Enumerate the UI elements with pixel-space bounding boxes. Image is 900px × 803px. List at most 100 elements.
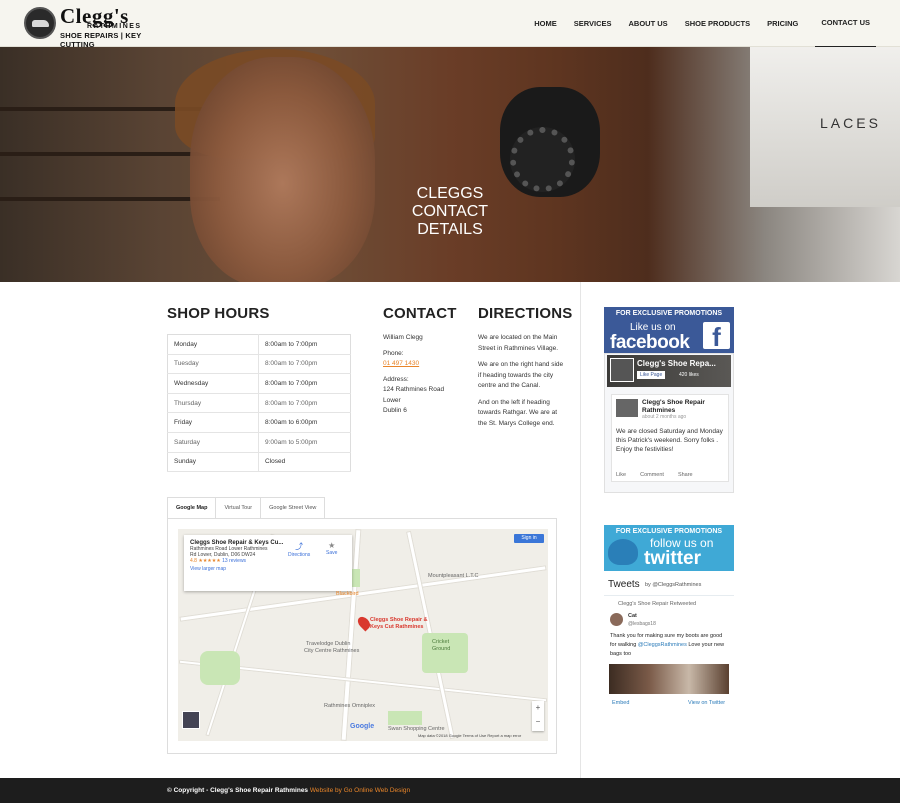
google-map[interactable]: Cleggs Shoe Repair & Keys Cu... Rathmine…: [178, 529, 548, 741]
post-body: We are closed Saturday and Monday this P…: [616, 428, 723, 453]
directions-paragraph: And on the left if heading towards Rathg…: [478, 398, 558, 427]
shelf: [0, 152, 220, 156]
divider: [604, 595, 734, 596]
tab-street-view[interactable]: Google Street View: [260, 497, 326, 519]
nav-home[interactable]: HOME: [534, 0, 557, 47]
view-larger-map-link[interactable]: View larger map: [190, 566, 226, 572]
promo-text: FOR EXCLUSIVE PROMOTIONS: [615, 528, 723, 535]
page-name[interactable]: Clegg's Shoe Repa...: [637, 359, 716, 368]
tweet-image[interactable]: [609, 664, 729, 694]
directions-label: Directions: [288, 552, 311, 558]
day-cell: Tuesday: [167, 354, 259, 375]
day-cell: Sunday: [167, 452, 259, 473]
pin-label: Cleggs Shoe Repair & Keys Cut Rathmines: [370, 617, 427, 631]
tweet-user-name[interactable]: Cat: [628, 613, 637, 619]
post-title[interactable]: Clegg's Shoe Repair Rathmines: [642, 399, 728, 415]
tab-google-map[interactable]: Google Map: [167, 497, 217, 519]
hours-cell: 8:00am to 7:00pm: [258, 373, 351, 394]
directions-paragraph: We are located on the Main Street in Rat…: [478, 334, 559, 352]
logo[interactable]: Clegg's RATHMINES SHOE REPAIRS | KEY CUT…: [24, 4, 174, 49]
view-on-twitter-link[interactable]: View on Twitter: [688, 700, 725, 706]
directions-button[interactable]: ⤴ Directions: [288, 541, 310, 558]
avatar[interactable]: [610, 613, 623, 626]
directions-icon: ⤴: [295, 542, 304, 551]
facebook-icon: f: [703, 322, 730, 352]
map-label: Ground: [432, 646, 451, 652]
place-rating: 4.8 ★★★★★: [190, 558, 221, 564]
tab-virtual-tour[interactable]: Virtual Tour: [215, 497, 262, 519]
like-action[interactable]: Like: [616, 472, 626, 478]
facebook-promo-banner[interactable]: FOR EXCLUSIVE PROMOTIONS Like us on face…: [604, 307, 734, 353]
nav-pricing[interactable]: PRICING: [767, 0, 798, 47]
hours-cell: 8:00am to 7:00pm: [258, 393, 351, 414]
credit-link[interactable]: Website by Go Online Web Design: [310, 787, 410, 794]
map-footer: Map data ©2018 Google Terms of Use Repor…: [418, 733, 522, 738]
zoom-out-icon[interactable]: −: [532, 715, 544, 729]
shoe-logo-icon: [24, 7, 56, 39]
phone-label: Phone:: [383, 349, 404, 357]
directions-paragraph: We are on the right hand side if heading…: [478, 361, 564, 389]
directions-text: We are located on the Main Street in Rat…: [478, 333, 564, 429]
hours-cell: 9:00am to 5:00pm: [258, 432, 351, 453]
table-row: Sunday Closed: [167, 452, 351, 473]
save-label: Save: [326, 550, 338, 556]
main-nav: HOME SERVICES ABOUT US SHOE PRODUCTS PRI…: [517, 0, 876, 47]
google-logo: Google: [350, 723, 375, 730]
tweet-user-handle[interactable]: @lesbags18: [628, 621, 656, 627]
map-park: [200, 651, 240, 685]
tweets-by-link[interactable]: by @CleggsRathmines: [645, 582, 701, 588]
address-line: 124 Rathmines Road: [383, 386, 445, 393]
zoom-in-icon[interactable]: +: [532, 701, 544, 715]
satellite-toggle[interactable]: [182, 711, 200, 729]
day-cell: Wednesday: [167, 373, 259, 394]
tweets-heading: Tweets: [608, 579, 640, 590]
day-cell: Saturday: [167, 432, 259, 453]
embed-link[interactable]: Embed: [612, 700, 629, 706]
like-page-button[interactable]: Like Page: [637, 371, 666, 379]
site-header: Clegg's RATHMINES SHOE REPAIRS | KEY CUT…: [0, 0, 900, 49]
facebook-cover: Clegg's Shoe Repa... Like Page 420 likes: [607, 355, 731, 387]
facebook-wordmark: facebook: [610, 332, 690, 353]
contact-heading: CONTACT: [383, 305, 457, 322]
map-label: Blackbird: [336, 591, 359, 597]
contact-name: William Clegg: [383, 334, 423, 341]
promo-text: FOR EXCLUSIVE PROMOTIONS: [615, 310, 723, 317]
sidebar-divider: [580, 282, 581, 778]
man-face: [190, 57, 375, 282]
reviews-link[interactable]: 13 reviews: [222, 558, 246, 564]
page-title-line: CLEGGS: [416, 185, 484, 202]
nav-shoe-products[interactable]: SHOE PRODUCTS: [685, 0, 750, 47]
nav-services[interactable]: SERVICES: [574, 0, 612, 47]
site-footer: © Copyright - Clegg's Shoe Repair Rathmi…: [0, 778, 900, 803]
retweet-note: Clegg's Shoe Repair Retweeted: [618, 601, 697, 607]
twitter-timeline-widget: Tweets by @CleggsRathmines Clegg's Shoe …: [604, 575, 734, 713]
laces-box-text: LACES: [820, 115, 881, 131]
hours-cell: 8:00am to 7:00pm: [258, 334, 351, 355]
twitter-wordmark: twitter: [644, 548, 701, 569]
nav-about-us[interactable]: ABOUT US: [629, 0, 668, 47]
address-label: Address:: [383, 375, 409, 383]
comment-action[interactable]: Comment: [640, 472, 664, 478]
save-button[interactable]: ★ Save: [326, 541, 337, 556]
hours-cell: 8:00am to 7:00pm: [258, 354, 351, 375]
share-action[interactable]: Share: [678, 472, 693, 478]
shop-hours-heading: SHOP HOURS: [167, 305, 270, 322]
table-row: Tuesday 8:00am to 7:00pm: [167, 354, 351, 375]
table-row: Friday 8:00am to 6:00pm: [167, 412, 351, 433]
star-icon: ★: [328, 541, 336, 550]
address-line: Dublin 6: [383, 407, 407, 414]
hero-banner: LACES CLEGGS CONTACT DETAILS: [0, 47, 900, 282]
zoom-control[interactable]: + −: [532, 701, 544, 731]
hours-cell: 8:00am to 6:00pm: [258, 412, 351, 433]
pin-label-line: Cleggs Shoe Repair &: [370, 617, 428, 623]
map-tabs: Google Map Virtual Tour Google Street Vi…: [167, 497, 326, 519]
phone-link[interactable]: 01 497 1430: [383, 359, 463, 370]
copyright: © Copyright - Clegg's Shoe Repair Rathmi…: [167, 787, 410, 794]
mention-link[interactable]: @CleggsRathmines: [638, 642, 687, 648]
facebook-page-widget: Clegg's Shoe Repa... Like Page 420 likes…: [604, 353, 734, 493]
twitter-promo-banner[interactable]: FOR EXCLUSIVE PROMOTIONS follow us on tw…: [604, 525, 734, 571]
page-avatar: [610, 358, 634, 382]
sign-in-button[interactable]: Sign in: [514, 534, 544, 543]
pin-label-line: Keys Cut Rathmines: [370, 624, 424, 630]
nav-contact-us[interactable]: CONTACT US: [815, 0, 876, 47]
